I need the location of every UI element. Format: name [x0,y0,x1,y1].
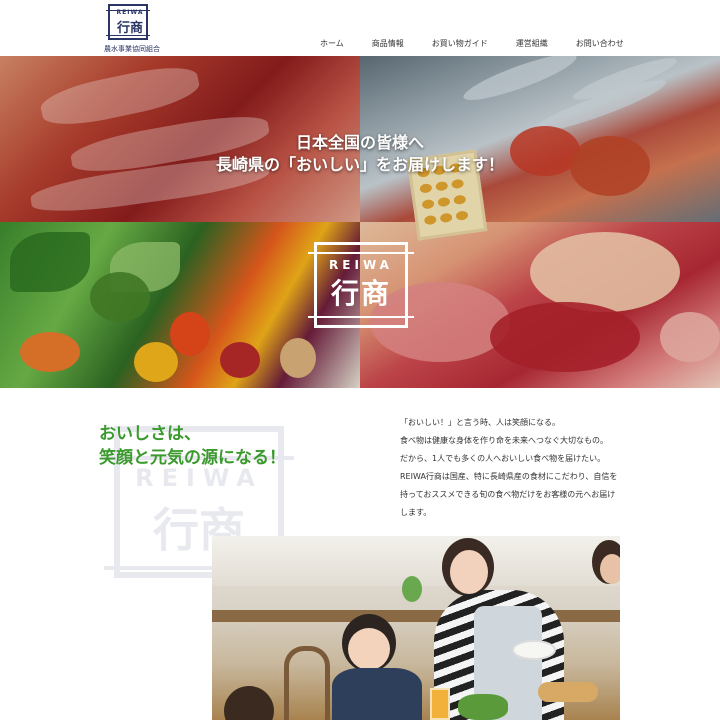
hero-logo-jp: 行商 [330,277,391,310]
logo-en-text: REIWA [116,9,144,16]
hero-overlay [0,56,720,388]
intro-heading-line2: 笑顔と元気の源になる！ [99,448,286,468]
nav-products[interactable]: 商品情報 [372,38,404,49]
hero-catchcopy: 日本全国の皆様へ 長崎県の「おいしい」をお届けします！ [200,132,520,176]
logo-frame: REIWA 行商 [106,4,150,40]
intro-body-line: 「おいしい！」と言う時、人は笑顔になる。 [400,418,560,427]
intro-heading-line1: おいしさは、 [99,424,201,444]
logo-subtitle: 農水事業協同組合 [104,45,160,53]
nav-home[interactable]: ホーム [320,38,344,49]
intro-body-line: だから、1人でも多くの人へおいしい食べ物を届けたい。 [400,454,606,463]
intro-body-line: REIWA行商は国産、特に長崎県産の食材にこだわり、自信を [400,472,618,481]
intro-section: REIWA 行商 おいしさは、 笑顔と元気の源になる！ 「おいしい！」と言う時、… [0,388,720,720]
nav-contact[interactable]: お問い合わせ [576,38,624,49]
family-kitchen-photo [212,536,620,720]
hero-catch-line1: 日本全国の皆様へ [295,133,424,152]
nav-shopping-guide[interactable]: お買い物ガイド [432,38,488,49]
intro-body-line: 持っておススメできる旬の食べ物だけをお客様の元へお届け [400,490,616,499]
hero-logo-en: REIWA [329,258,393,272]
hero-logo: REIWA 行商 [308,236,414,334]
intro-body-text: 「おいしい！」と言う時、人は笑顔になる。 食べ物は健康な身体を作り命を未来へつな… [400,414,650,522]
intro-body-line: します。 [400,508,432,517]
site-logo[interactable]: REIWA 行商 農水事業協同組合 [104,4,164,54]
hero-section: 日本全国の皆様へ 長崎県の「おいしい」をお届けします！ REIWA 行商 [0,56,720,388]
hero-catch-line2: 長崎県の「おいしい」をお届けします！ [215,155,504,174]
site-header: REIWA 行商 農水事業協同組合 ホーム 商品情報 お買い物ガイド 運営組織 … [0,0,720,56]
main-nav: ホーム 商品情報 お買い物ガイド 運営組織 お問い合わせ [320,38,624,49]
intro-heading: おいしさは、 笑顔と元気の源になる！ [99,422,286,470]
logo-jp-text: 行商 [116,21,143,36]
nav-organization[interactable]: 運営組織 [516,38,548,49]
intro-body-line: 食べ物は健康な身体を作り命を未来へつなぐ大切なもの。 [400,436,608,445]
